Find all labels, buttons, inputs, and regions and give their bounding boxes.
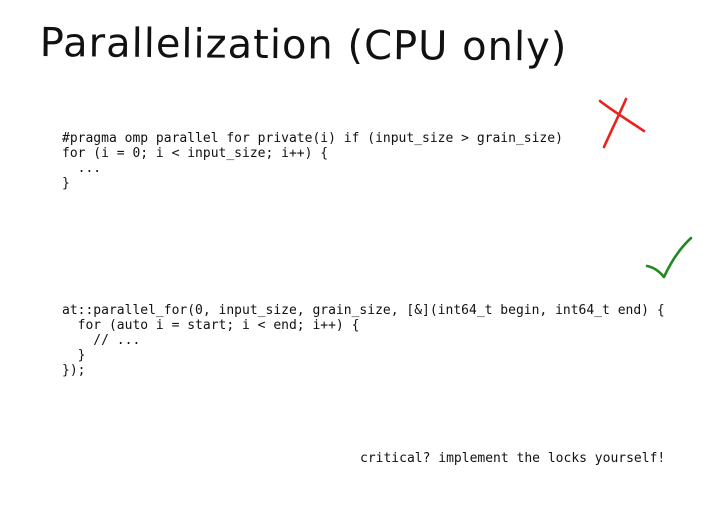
slide-title: Parallelization (CPU only) [39,20,568,71]
code-line: } [62,176,70,191]
code-line: at::parallel_for(0, input_size, grain_si… [62,303,665,318]
check-icon [645,236,693,279]
code-block-openmp: #pragma omp parallel for private(i) if (… [62,131,563,191]
code-line: #pragma omp parallel for private(i) if (… [62,131,563,146]
critical-note: critical? implement the locks yourself! [360,451,666,466]
code-line: // ... [62,333,141,348]
code-line: } [62,348,86,363]
code-line: }); [62,363,86,378]
code-line: for (auto i = start; i < end; i++) { [62,318,360,333]
check-stroke [645,236,693,279]
code-line: for (i = 0; i < input_size; i++) { [62,146,329,161]
cross-icon [598,97,646,149]
code-block-aten: at::parallel_for(0, input_size, grain_si… [62,303,712,378]
code-line: ... [62,161,102,176]
